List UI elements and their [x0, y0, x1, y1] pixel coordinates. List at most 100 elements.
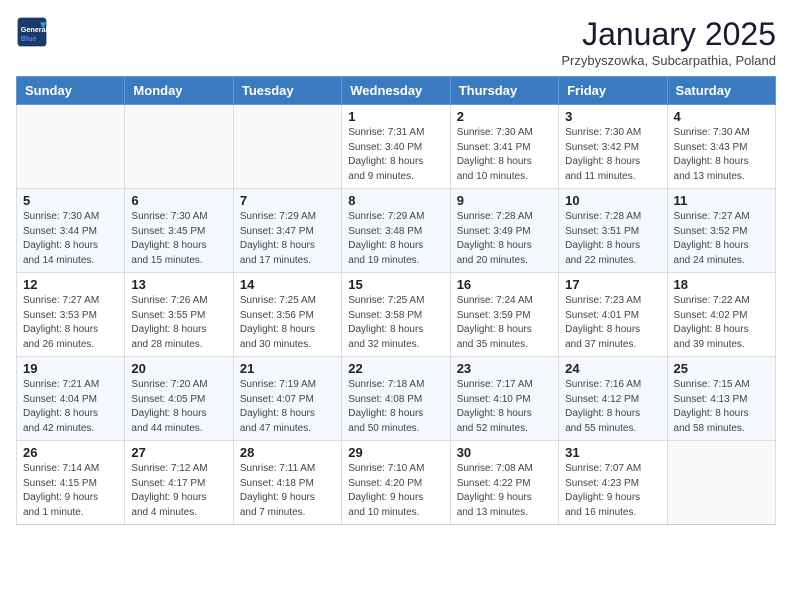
calendar-cell	[667, 441, 775, 525]
day-number: 3	[565, 109, 660, 124]
col-friday: Friday	[559, 77, 667, 105]
calendar-cell: 28 Sunrise: 7:11 AM Sunset: 4:18 PM Dayli…	[233, 441, 341, 525]
day-number: 31	[565, 445, 660, 460]
day-number: 1	[348, 109, 443, 124]
day-info: Sunrise: 7:25 AM Sunset: 3:58 PM Dayligh…	[348, 294, 443, 352]
day-number: 12	[23, 277, 118, 292]
calendar-cell: 30Sunrise: 7:08 AM Sunset: 4:22 PM Dayli…	[450, 441, 558, 525]
day-number: 26	[23, 445, 118, 460]
day-info: Sunrise: 7:18 AM Sunset: 4:08 PM Dayligh…	[348, 378, 443, 436]
calendar-week-2: 12 Sunrise: 7:27 AM Sunset: 3:53 PM Dayli…	[17, 273, 776, 357]
calendar-cell: 13 Sunrise: 7:26 AM Sunset: 3:55 PM Dayli…	[125, 273, 233, 357]
day-number: 11	[674, 193, 769, 208]
day-number: 21	[240, 361, 335, 376]
day-info: Sunrise: 7:26 AM Sunset: 3:55 PM Dayligh…	[131, 294, 226, 352]
calendar-cell: 11 Sunrise: 7:27 AM Sunset: 3:52 PM Dayli…	[667, 189, 775, 273]
day-number: 23	[457, 361, 552, 376]
calendar-cell: 17Sunrise: 7:23 AM Sunset: 4:01 PM Dayli…	[559, 273, 667, 357]
day-info: Sunrise: 7:23 AM Sunset: 4:01 PM Dayligh…	[565, 294, 660, 352]
day-number: 24	[565, 361, 660, 376]
calendar-cell	[17, 105, 125, 189]
calendar-cell: 23 Sunrise: 7:17 AM Sunset: 4:10 PM Dayli…	[450, 357, 558, 441]
day-number: 5	[23, 193, 118, 208]
col-thursday: Thursday	[450, 77, 558, 105]
calendar-cell: 1 Sunrise: 7:31 AM Sunset: 3:40 PM Daylig…	[342, 105, 450, 189]
day-number: 16	[457, 277, 552, 292]
calendar-cell: 31 Sunrise: 7:07 AM Sunset: 4:23 PM Dayli…	[559, 441, 667, 525]
calendar-header-row: Sunday Monday Tuesday Wednesday Thursday…	[17, 77, 776, 105]
calendar-cell: 22 Sunrise: 7:18 AM Sunset: 4:08 PM Dayli…	[342, 357, 450, 441]
calendar-cell: 6 Sunrise: 7:30 AM Sunset: 3:45 PM Daylig…	[125, 189, 233, 273]
calendar-cell: 19Sunrise: 7:21 AM Sunset: 4:04 PM Dayli…	[17, 357, 125, 441]
day-number: 25	[674, 361, 769, 376]
calendar-week-0: 1 Sunrise: 7:31 AM Sunset: 3:40 PM Daylig…	[17, 105, 776, 189]
day-info: Sunrise: 7:31 AM Sunset: 3:40 PM Dayligh…	[348, 126, 443, 184]
day-info: Sunrise: 7:17 AM Sunset: 4:10 PM Dayligh…	[457, 378, 552, 436]
calendar-cell: 10Sunrise: 7:28 AM Sunset: 3:51 PM Dayli…	[559, 189, 667, 273]
day-info: Sunrise: 7:30 AM Sunset: 3:41 PM Dayligh…	[457, 126, 552, 184]
calendar-cell: 20Sunrise: 7:20 AM Sunset: 4:05 PM Dayli…	[125, 357, 233, 441]
day-number: 27	[131, 445, 226, 460]
calendar-cell: 14Sunrise: 7:25 AM Sunset: 3:56 PM Dayli…	[233, 273, 341, 357]
col-sunday: Sunday	[17, 77, 125, 105]
calendar-cell: 4 Sunrise: 7:30 AM Sunset: 3:43 PM Daylig…	[667, 105, 775, 189]
day-number: 9	[457, 193, 552, 208]
day-number: 22	[348, 361, 443, 376]
day-info: Sunrise: 7:16 AM Sunset: 4:12 PM Dayligh…	[565, 378, 660, 436]
day-number: 18	[674, 277, 769, 292]
day-number: 6	[131, 193, 226, 208]
calendar-cell: 15Sunrise: 7:25 AM Sunset: 3:58 PM Dayli…	[342, 273, 450, 357]
day-number: 13	[131, 277, 226, 292]
calendar-cell: 16 Sunrise: 7:24 AM Sunset: 3:59 PM Dayli…	[450, 273, 558, 357]
col-monday: Monday	[125, 77, 233, 105]
day-info: Sunrise: 7:30 AM Sunset: 3:45 PM Dayligh…	[131, 210, 226, 268]
day-info: Sunrise: 7:21 AM Sunset: 4:04 PM Dayligh…	[23, 378, 118, 436]
day-number: 8	[348, 193, 443, 208]
calendar-cell: 27 Sunrise: 7:12 AM Sunset: 4:17 PM Dayli…	[125, 441, 233, 525]
calendar-cell	[233, 105, 341, 189]
day-info: Sunrise: 7:28 AM Sunset: 3:51 PM Dayligh…	[565, 210, 660, 268]
svg-text:Blue: Blue	[21, 34, 37, 43]
day-info: Sunrise: 7:27 AM Sunset: 3:53 PM Dayligh…	[23, 294, 118, 352]
logo-icon: General Blue	[16, 16, 48, 48]
calendar-week-1: 5 Sunrise: 7:30 AM Sunset: 3:44 PM Daylig…	[17, 189, 776, 273]
day-number: 2	[457, 109, 552, 124]
day-info: Sunrise: 7:24 AM Sunset: 3:59 PM Dayligh…	[457, 294, 552, 352]
day-info: Sunrise: 7:30 AM Sunset: 3:42 PM Dayligh…	[565, 126, 660, 184]
day-info: Sunrise: 7:12 AM Sunset: 4:17 PM Dayligh…	[131, 462, 226, 520]
calendar-cell	[125, 105, 233, 189]
col-tuesday: Tuesday	[233, 77, 341, 105]
day-info: Sunrise: 7:11 AM Sunset: 4:18 PM Dayligh…	[240, 462, 335, 520]
logo: General Blue	[16, 16, 48, 48]
month-title: January 2025	[561, 16, 776, 53]
day-number: 14	[240, 277, 335, 292]
page-header: General Blue January 2025 Przybyszowka, …	[16, 16, 776, 68]
day-info: Sunrise: 7:15 AM Sunset: 4:13 PM Dayligh…	[674, 378, 769, 436]
col-wednesday: Wednesday	[342, 77, 450, 105]
day-number: 28	[240, 445, 335, 460]
calendar-cell: 21Sunrise: 7:19 AM Sunset: 4:07 PM Dayli…	[233, 357, 341, 441]
calendar-cell: 5 Sunrise: 7:30 AM Sunset: 3:44 PM Daylig…	[17, 189, 125, 273]
day-info: Sunrise: 7:30 AM Sunset: 3:44 PM Dayligh…	[23, 210, 118, 268]
calendar-cell: 29 Sunrise: 7:10 AM Sunset: 4:20 PM Dayli…	[342, 441, 450, 525]
day-info: Sunrise: 7:27 AM Sunset: 3:52 PM Dayligh…	[674, 210, 769, 268]
day-info: Sunrise: 7:10 AM Sunset: 4:20 PM Dayligh…	[348, 462, 443, 520]
calendar-table: Sunday Monday Tuesday Wednesday Thursday…	[16, 76, 776, 525]
location: Przybyszowka, Subcarpathia, Poland	[561, 53, 776, 68]
calendar-week-4: 26Sunrise: 7:14 AM Sunset: 4:15 PM Dayli…	[17, 441, 776, 525]
day-info: Sunrise: 7:30 AM Sunset: 3:43 PM Dayligh…	[674, 126, 769, 184]
calendar-cell: 7 Sunrise: 7:29 AM Sunset: 3:47 PM Daylig…	[233, 189, 341, 273]
day-number: 7	[240, 193, 335, 208]
calendar-cell: 24 Sunrise: 7:16 AM Sunset: 4:12 PM Dayli…	[559, 357, 667, 441]
day-number: 4	[674, 109, 769, 124]
day-info: Sunrise: 7:07 AM Sunset: 4:23 PM Dayligh…	[565, 462, 660, 520]
day-number: 29	[348, 445, 443, 460]
day-info: Sunrise: 7:22 AM Sunset: 4:02 PM Dayligh…	[674, 294, 769, 352]
day-info: Sunrise: 7:29 AM Sunset: 3:47 PM Dayligh…	[240, 210, 335, 268]
calendar-week-3: 19Sunrise: 7:21 AM Sunset: 4:04 PM Dayli…	[17, 357, 776, 441]
day-number: 30	[457, 445, 552, 460]
calendar-cell: 2 Sunrise: 7:30 AM Sunset: 3:41 PM Daylig…	[450, 105, 558, 189]
title-block: January 2025 Przybyszowka, Subcarpathia,…	[561, 16, 776, 68]
calendar-cell: 8Sunrise: 7:29 AM Sunset: 3:48 PM Daylig…	[342, 189, 450, 273]
calendar-cell: 3 Sunrise: 7:30 AM Sunset: 3:42 PM Daylig…	[559, 105, 667, 189]
